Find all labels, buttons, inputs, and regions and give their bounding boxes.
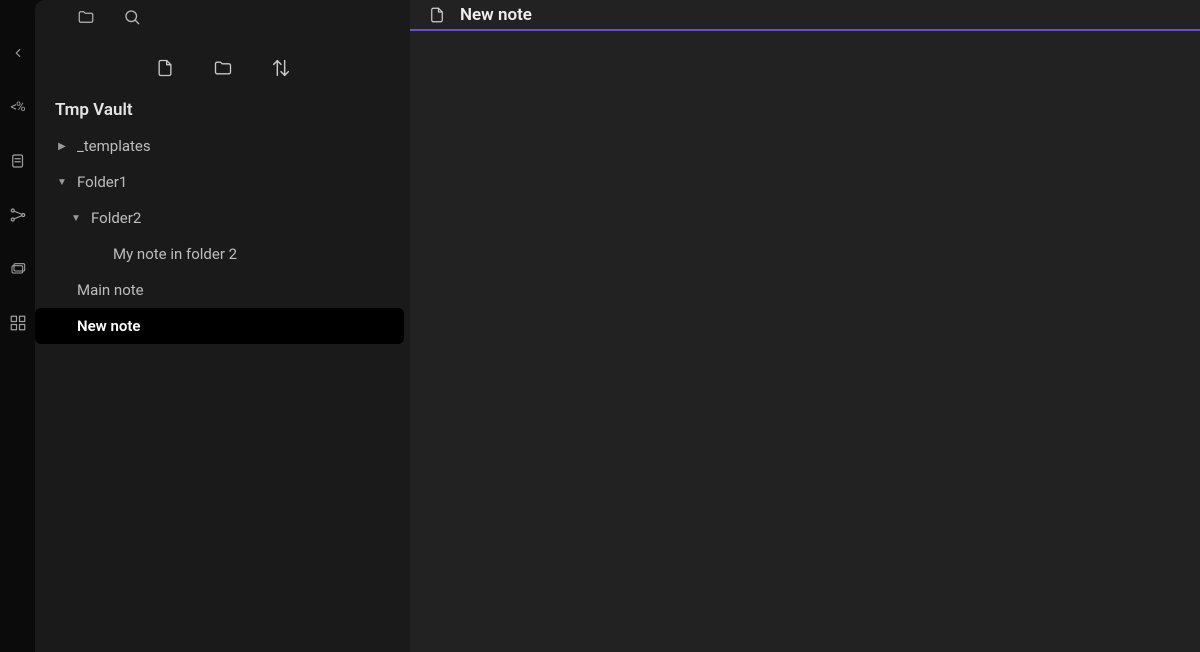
file-tree: ▶ _templates ▼ Folder1 ▼ Folder2 My note… (35, 126, 410, 346)
folder-label: Folder2 (91, 209, 141, 227)
back-icon[interactable] (7, 42, 29, 64)
file-main-note[interactable]: Main note (35, 272, 410, 308)
editor-tabbar: New note (410, 0, 1200, 31)
folder-label: Folder1 (77, 173, 127, 191)
grid-icon[interactable] (7, 312, 29, 334)
templater-icon[interactable]: <% (7, 96, 29, 118)
file-note-folder2[interactable]: My note in folder 2 (35, 236, 410, 272)
cards-icon[interactable] (7, 258, 29, 280)
graph-icon[interactable] (7, 204, 29, 226)
vault-title: Tmp Vault (35, 90, 410, 126)
file-icon (428, 5, 446, 25)
file-label: New note (77, 317, 140, 335)
file-label: My note in folder 2 (113, 245, 237, 263)
folder-label: _templates (77, 137, 151, 155)
sidebar: Tmp Vault ▶ _templates ▼ Folder1 ▼ Folde… (35, 0, 410, 652)
folder-templates[interactable]: ▶ _templates (35, 128, 410, 164)
file-new-note[interactable]: New note (35, 308, 404, 344)
ribbon: <% (0, 0, 35, 652)
file-label: Main note (77, 281, 144, 299)
sidebar-toolbar (35, 32, 410, 90)
new-folder-button[interactable] (210, 55, 236, 81)
chevron-down-icon: ▼ (55, 177, 69, 188)
folder-folder1[interactable]: ▼ Folder1 (35, 164, 410, 200)
tab-search[interactable] (109, 2, 155, 32)
chevron-down-icon: ▼ (69, 213, 83, 224)
sort-button[interactable] (268, 55, 294, 81)
new-file-button[interactable] (152, 55, 178, 81)
folder-folder2[interactable]: ▼ Folder2 (35, 200, 410, 236)
sidebar-tabstrip (35, 0, 410, 32)
editor-tab-title[interactable]: New note (460, 5, 532, 25)
editor-body[interactable] (410, 31, 1200, 652)
chevron-right-icon: ▶ (55, 141, 69, 152)
tab-files[interactable] (63, 2, 109, 32)
snippets-icon[interactable] (7, 150, 29, 172)
main-pane: New note (410, 0, 1200, 652)
